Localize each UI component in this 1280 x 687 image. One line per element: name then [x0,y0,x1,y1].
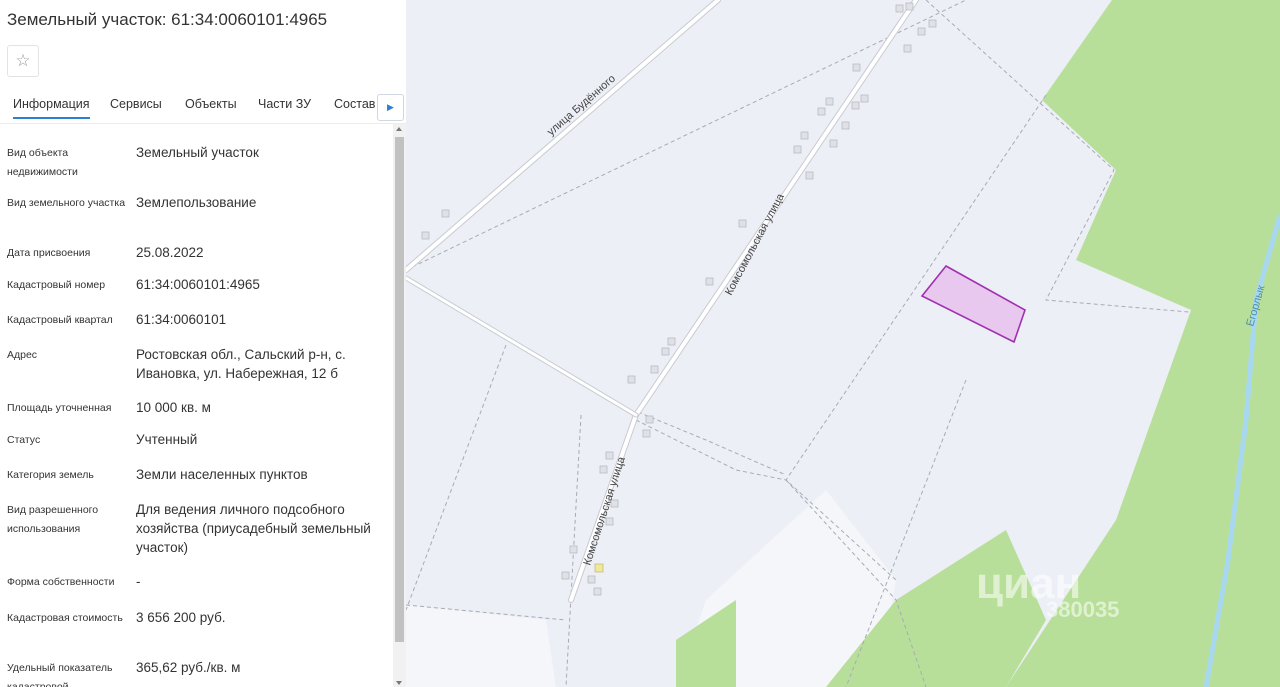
building [599,465,608,474]
building [895,4,904,13]
building [705,277,714,286]
building [793,145,802,154]
building [829,139,838,148]
tab-objects[interactable]: Объекты [185,97,237,111]
building [421,231,430,240]
info-panel: Земельный участок: 61:34:0060101:4965 ☆ … [0,0,406,687]
building [825,97,834,106]
property-label: Площадь уточненная [7,402,112,414]
property-label: Вид объекта недвижимости [7,147,78,178]
tab-services[interactable]: Сервисы [110,97,162,111]
building [650,365,659,374]
building [587,575,596,584]
building [805,171,814,180]
tabs-scroll-right-button[interactable]: ▶ [377,94,404,121]
caret-right-icon: ▶ [387,102,394,112]
property-value: 25.08.2022 [136,245,204,260]
property-value: 10 000 кв. м [136,400,211,415]
property-label: Форма собственности [7,576,115,588]
map-view[interactable]: Егорлык улица Будённого Комсомольская ул… [406,0,1280,687]
building [645,415,654,424]
building [903,44,912,53]
star-icon: ☆ [15,51,31,70]
property-value: 365,62 руб./кв. м [136,660,241,675]
favorite-button[interactable]: ☆ [7,45,39,77]
property-value: 3 656 200 руб. [136,610,226,625]
page-title: Земельный участок: 61:34:0060101:4965 [7,10,328,29]
property-label: Кадастровый квартал [7,314,113,326]
highlighted-building [594,563,604,573]
building [569,545,578,554]
tab-parts[interactable]: Части ЗУ [258,97,311,111]
scroll-up-icon[interactable] [396,127,402,131]
building [642,429,651,438]
building [860,94,869,103]
property-value: Земли населенных пунктов [136,467,308,482]
building [851,101,860,110]
building [817,107,826,116]
property-label: Дата присвоения [7,247,91,259]
building [841,121,850,130]
property-value: Земельный участок [136,145,259,160]
property-value: Землепользование [136,195,257,210]
map-canvas[interactable]: Егорлык улица Будённого Комсомольская ул… [406,0,1280,687]
building [738,219,747,228]
property-value: 61:34:0060101:4965 [136,277,260,292]
tab-composition[interactable]: Состав [334,97,375,111]
building [441,209,450,218]
building [605,451,614,460]
building [593,587,602,596]
property-value: - [136,574,141,589]
building [905,2,914,11]
property-label: Вид разрешенного использования [7,504,99,535]
property-label: Категория земель [7,469,94,481]
building [667,337,676,346]
building [917,27,926,36]
scroll-down-icon[interactable] [396,681,402,685]
property-label: Адрес [7,349,38,361]
property-label: Вид земельного участка [7,197,126,209]
building [661,347,670,356]
building [627,375,636,384]
property-label: Статус [7,434,41,446]
tab-information[interactable]: Информация [13,97,90,119]
property-value: Учтенный [136,432,198,447]
property-label: Кадастровый номер [7,279,106,291]
tab-bar: Информация Сервисы Объекты Части ЗУ Сост… [0,93,406,124]
property-label: Кадастровая стоимость [7,612,123,624]
property-value: 61:34:0060101 [136,312,227,327]
building [852,63,861,72]
property-label: Удельный показатель кадастровой [7,662,113,687]
scrollbar-thumb[interactable] [395,137,404,642]
property-value: Ростовская обл., Сальский р-н, с. Иванов… [136,347,346,381]
property-list: Вид объекта недвижимости Земельный участ… [0,124,393,687]
watermark-id: 380035 [1046,597,1119,622]
building [928,19,937,28]
building [561,571,570,580]
property-value: Для ведения личного подсобного хозяйства… [136,502,371,555]
building [800,131,809,140]
